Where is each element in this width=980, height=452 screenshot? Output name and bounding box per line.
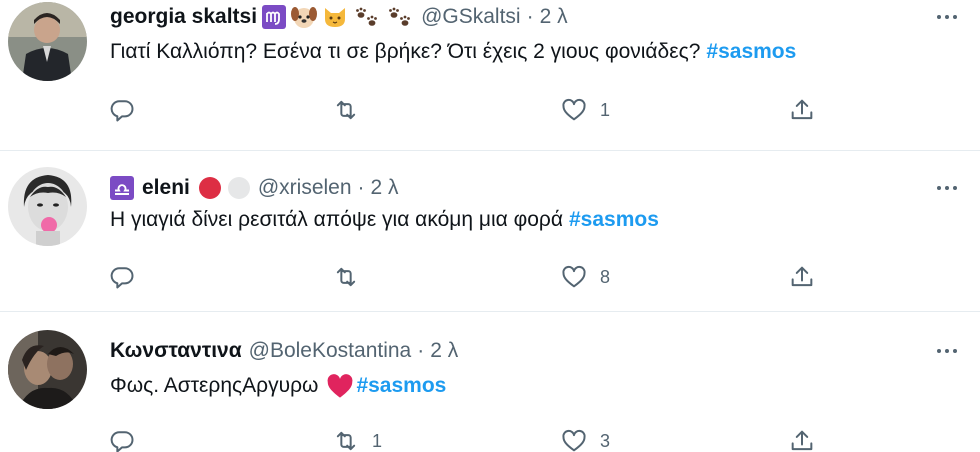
avatar[interactable]	[8, 2, 87, 81]
share-button[interactable]	[788, 95, 816, 125]
share-button[interactable]	[788, 262, 816, 292]
like-button[interactable]: 1	[560, 95, 610, 125]
avatar[interactable]	[8, 167, 87, 246]
tweet[interactable]: eleni @xriselen · 2 λ Η γιαγιά δίνει ρεσ…	[0, 151, 980, 311]
reply-button[interactable]	[108, 95, 148, 125]
like-icon	[562, 98, 586, 121]
hashtag-link[interactable]: #sasmos	[356, 374, 446, 398]
reply-icon	[110, 431, 134, 452]
display-name[interactable]: eleni	[142, 176, 190, 200]
tweet-header: georgia skaltsi @GSkaltsi · 2 λ	[110, 2, 568, 32]
share-icon	[791, 430, 813, 451]
paw-prints-emoji	[386, 5, 414, 29]
retweet-count: 1	[372, 430, 383, 451]
reply-icon	[110, 267, 134, 289]
tweet-text: Γιατί Καλλιόπη? Εσένα τι σε βρήκε? Ότι έ…	[110, 40, 796, 64]
user-handle[interactable]: @BoleKostantina	[249, 339, 412, 363]
like-icon	[562, 429, 586, 452]
virgo-sign-icon	[262, 5, 287, 29]
display-name[interactable]: georgia skaltsi	[110, 5, 257, 29]
retweet-button[interactable]: 1	[332, 426, 382, 452]
libra-sign-icon	[110, 176, 134, 200]
reply-icon	[110, 100, 134, 122]
like-icon	[562, 265, 586, 288]
tweet-body: Φως. ΑστερηςΑργυρω	[110, 374, 319, 397]
more-options-icon[interactable]	[932, 7, 962, 27]
like-button[interactable]: 8	[560, 262, 610, 292]
share-icon	[791, 99, 813, 120]
share-icon	[791, 266, 813, 287]
timestamp[interactable]: 2 λ	[540, 5, 568, 29]
red-circle-emoji	[198, 176, 222, 200]
like-count: 8	[600, 266, 611, 287]
tweet-body: Γιατί Καλλιόπη? Εσένα τι σε βρήκε? Ότι έ…	[110, 40, 701, 63]
timestamp[interactable]: 2 λ	[430, 339, 458, 363]
avatar[interactable]	[8, 330, 87, 409]
white-circle-emoji	[227, 176, 251, 200]
display-name[interactable]: Κωνσταντινα	[110, 339, 242, 363]
share-button[interactable]	[788, 426, 816, 452]
hashtag-link[interactable]: #sasmos	[569, 208, 659, 232]
reply-button[interactable]	[108, 262, 148, 292]
more-options-icon[interactable]	[932, 178, 962, 198]
tweet-header: eleni @xriselen · 2 λ	[110, 173, 399, 203]
retweet-button[interactable]	[332, 262, 372, 292]
more-options-icon[interactable]	[932, 341, 962, 361]
paw-prints-emoji	[353, 5, 381, 29]
user-handle[interactable]: @xriselen	[258, 176, 352, 200]
tweet-text: Φως. ΑστερηςΑργυρω #sasmos	[110, 373, 446, 399]
hashtag-link[interactable]: #sasmos	[706, 40, 796, 64]
reply-button[interactable]	[108, 426, 148, 452]
timestamp[interactable]: 2 λ	[371, 176, 399, 200]
separator-dot: ·	[417, 339, 425, 362]
tweet-header: Κωνσταντινα @BoleKostantina · 2 λ	[110, 336, 458, 366]
tweet-actions: 1	[108, 95, 828, 125]
tweet-actions: 8	[108, 262, 828, 292]
dog-face-emoji	[291, 5, 318, 29]
like-button[interactable]: 3	[560, 426, 610, 452]
tweet-body: Η γιαγιά δίνει ρεσιτάλ απόψε για ακόμη μ…	[110, 208, 563, 231]
retweet-button[interactable]	[332, 95, 372, 125]
separator-dot: ·	[357, 176, 365, 199]
tweet[interactable]: Κωνσταντινα @BoleKostantina · 2 λ Φως. Α…	[0, 312, 980, 452]
tweet-actions: 1 3	[108, 426, 828, 452]
like-count: 1	[600, 99, 611, 120]
tweet-text: Η γιαγιά δίνει ρεσιτάλ απόψε για ακόμη μ…	[110, 208, 659, 232]
retweet-icon	[336, 431, 356, 451]
retweet-icon	[336, 100, 356, 120]
like-count: 3	[600, 430, 611, 451]
retweet-icon	[336, 267, 356, 287]
user-handle[interactable]: @GSkaltsi	[421, 5, 521, 29]
separator-dot: ·	[526, 5, 534, 28]
cat-face-emoji	[322, 5, 348, 29]
red-heart-emoji	[326, 373, 354, 399]
tweet[interactable]: georgia skaltsi @GSkaltsi · 2 λ Γιατί Κα…	[0, 0, 980, 150]
